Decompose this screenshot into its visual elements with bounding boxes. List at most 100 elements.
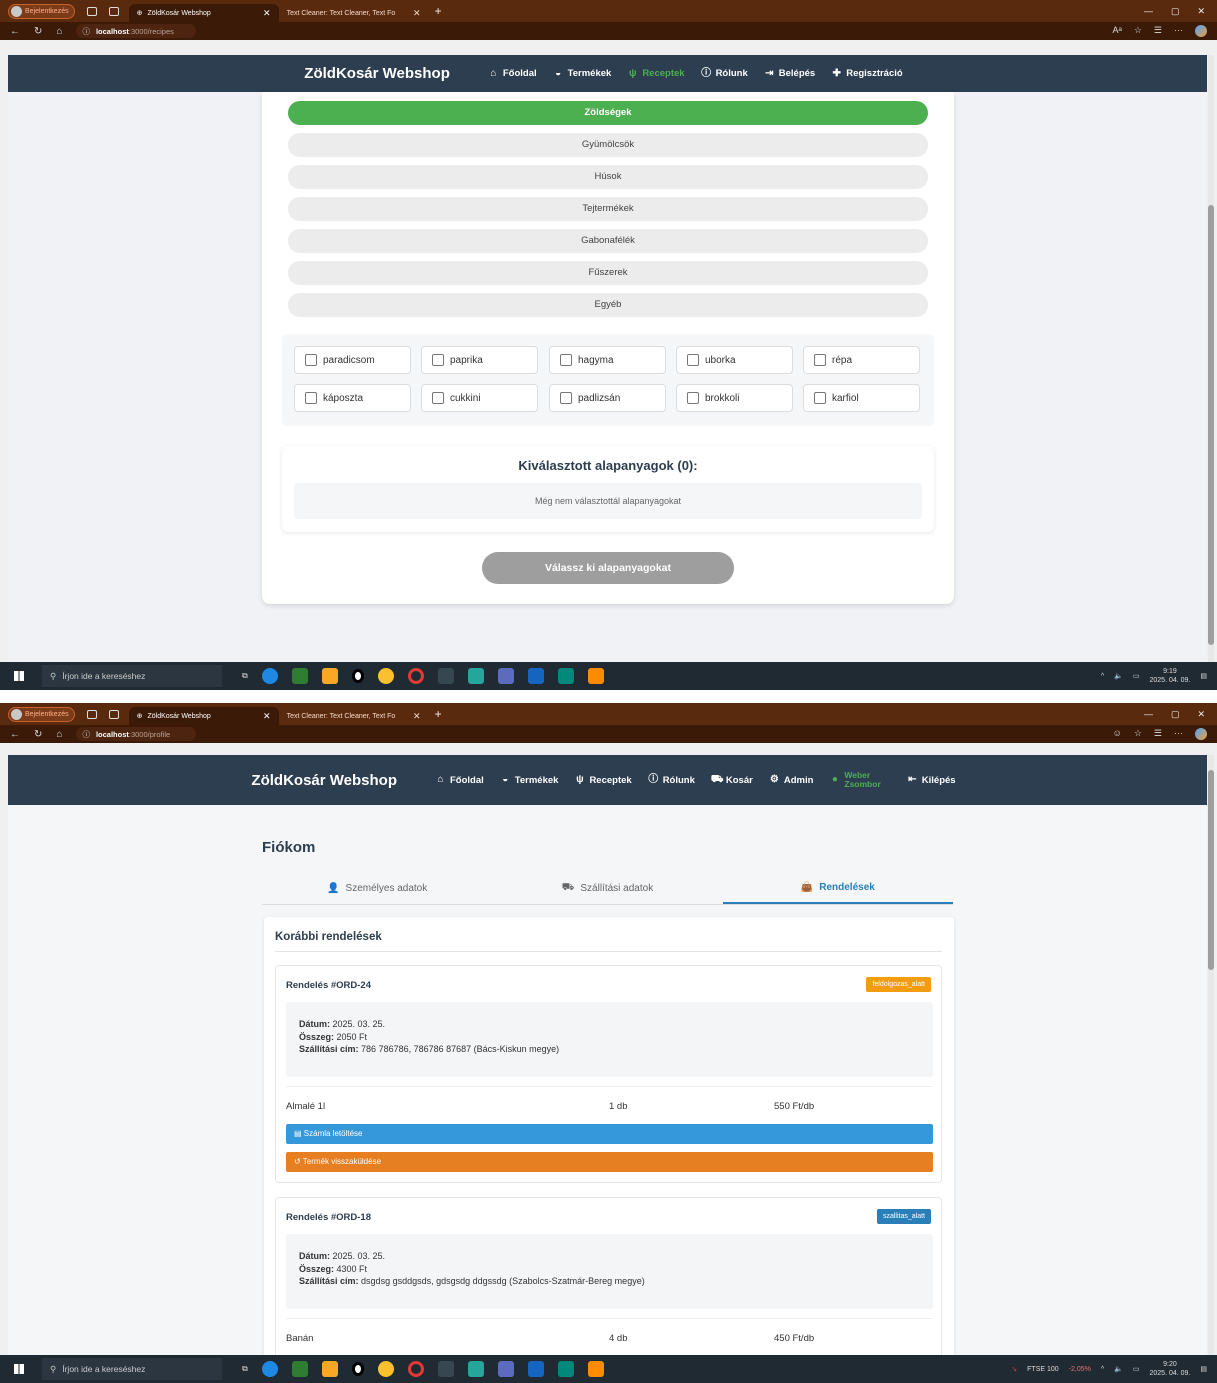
network-icon[interactable]: ▭ — [1133, 672, 1140, 680]
close-tab-icon[interactable]: ✕ — [413, 711, 421, 722]
refresh-icon[interactable]: ↻ — [34, 26, 42, 37]
folder-icon[interactable] — [321, 1361, 338, 1377]
home-icon[interactable]: ⌂ — [56, 26, 62, 37]
opera-gx-icon[interactable] — [407, 668, 424, 684]
restore-icon[interactable]: ▢ — [1171, 6, 1180, 17]
nav-login[interactable]: ⇥ Belépés — [764, 68, 815, 79]
close-tab-icon[interactable]: ✕ — [263, 711, 271, 722]
window-close-icon[interactable]: ✕ — [1197, 709, 1205, 720]
nav-recipes[interactable]: ψ Receptek — [627, 68, 685, 79]
category-spices[interactable]: Fűszerek — [288, 261, 928, 285]
checkbox[interactable] — [432, 354, 444, 366]
app-icon[interactable] — [437, 668, 454, 684]
nav-products[interactable]: ◒ Termékek — [500, 775, 558, 786]
browser-tab-active[interactable]: ⊕ ZöldKosár Webshop ✕ — [128, 4, 279, 22]
browser-profile-button[interactable]: Bejelentkezés — [8, 3, 75, 19]
minimize-icon[interactable]: — — [1144, 709, 1153, 720]
read-aloud-icon[interactable]: Aᵃ — [1112, 25, 1121, 37]
scrollbar-thumb[interactable] — [1208, 205, 1214, 645]
app-icon[interactable] — [587, 668, 604, 684]
more-icon[interactable]: ··· — [1174, 25, 1183, 37]
volume-icon[interactable]: 🔈 — [1114, 672, 1123, 680]
app-icon[interactable] — [557, 668, 574, 684]
ingredient-checkbox[interactable]: répa — [803, 346, 920, 374]
ingredient-checkbox[interactable]: káposzta — [294, 384, 411, 412]
favorite-icon[interactable]: ☆ — [1134, 728, 1142, 740]
url-field[interactable]: ⓘ localhost:3000/recipes — [76, 24, 197, 38]
page-scrollbar[interactable] — [1208, 755, 1214, 1355]
browser-tab-inactive[interactable]: Text Cleaner: Text Cleaner, Text Fo ✕ — [279, 707, 429, 725]
app-icon[interactable] — [557, 1361, 574, 1377]
checkbox[interactable] — [305, 392, 317, 404]
ingredient-checkbox[interactable]: paprika — [421, 346, 538, 374]
ingredient-checkbox[interactable]: hagyma — [549, 346, 666, 374]
stock-ticker[interactable]: FTSE 100 — [1027, 1366, 1059, 1373]
brand-logo[interactable]: ZöldKosár Webshop — [251, 772, 397, 789]
back-icon[interactable]: ← — [10, 729, 20, 740]
tab-personal-data[interactable]: 👤 Személyes adatok — [262, 873, 492, 904]
vscode-icon[interactable] — [467, 1361, 484, 1377]
ingredient-checkbox[interactable]: padlizsán — [549, 384, 666, 412]
home-icon[interactable]: ⌂ — [56, 729, 62, 740]
brand-logo[interactable]: ZöldKosár Webshop — [304, 65, 450, 82]
minimize-icon[interactable]: — — [1144, 6, 1153, 17]
store-icon[interactable] — [291, 668, 308, 684]
chrome-icon[interactable] — [377, 1361, 394, 1377]
copilot-icon[interactable] — [1195, 25, 1207, 37]
category-meats[interactable]: Húsok — [288, 165, 928, 189]
opera-icon[interactable] — [351, 1362, 364, 1376]
taskbar-search[interactable]: ⚲ Írjon ide a kereséshez — [42, 665, 222, 687]
browser-tab-inactive[interactable]: Text Cleaner: Text Cleaner, Text Fo ✕ — [279, 4, 429, 22]
category-fruits[interactable]: Gyümölcsök — [288, 133, 928, 157]
edge-icon[interactable] — [261, 1361, 278, 1377]
nav-home[interactable]: ⌂ Főoldal — [488, 68, 536, 79]
edge-icon[interactable] — [261, 668, 278, 684]
tab-actions-icon[interactable] — [108, 6, 119, 16]
category-vegetables[interactable]: Zöldségek — [288, 101, 928, 125]
more-icon[interactable]: ··· — [1174, 728, 1183, 740]
category-grains[interactable]: Gabonafélék — [288, 229, 928, 253]
taskbar-search[interactable]: ⚲ Írjon ide a kereséshez — [42, 1358, 222, 1380]
checkbox[interactable] — [305, 354, 317, 366]
ingredient-checkbox[interactable]: brokkoli — [676, 384, 793, 412]
tab-shipping-data[interactable]: ⛟ Szállítási adatok — [492, 873, 722, 904]
return-product-button[interactable]: ↺ Termék visszaküldése — [286, 1152, 933, 1172]
notification-icon[interactable]: ▤ — [1200, 672, 1207, 680]
select-ingredients-button[interactable]: Válassz ki alapanyagokat — [482, 552, 734, 584]
ingredient-checkbox[interactable]: karfiol — [803, 384, 920, 412]
checkbox[interactable] — [814, 392, 826, 404]
new-tab-icon[interactable]: + — [435, 4, 442, 18]
scrollbar-thumb[interactable] — [1208, 770, 1214, 970]
tray-chevron-icon[interactable]: ^ — [1101, 673, 1104, 680]
new-tab-icon[interactable]: + — [435, 707, 442, 721]
tab-actions-icon[interactable] — [108, 709, 119, 719]
url-field[interactable]: ⓘ localhost:3000/profile — [76, 727, 197, 741]
window-close-icon[interactable]: ✕ — [1197, 6, 1205, 17]
checkbox[interactable] — [687, 392, 699, 404]
taskbar-clock[interactable]: 9:19 2025. 04. 09. — [1150, 667, 1191, 685]
tray-chevron-icon[interactable]: ^ — [1101, 1366, 1104, 1373]
category-other[interactable]: Egyéb — [288, 293, 928, 317]
category-dairy[interactable]: Tejtermékek — [288, 197, 928, 221]
notification-icon[interactable]: ▤ — [1200, 1365, 1207, 1373]
nav-user-profile[interactable]: ● Weber Zsombor — [829, 771, 881, 789]
ingredient-checkbox[interactable]: uborka — [676, 346, 793, 374]
restore-icon[interactable]: ▢ — [1171, 709, 1180, 720]
checkbox[interactable] — [432, 392, 444, 404]
windows-start-icon[interactable] — [14, 1364, 24, 1374]
nav-register[interactable]: ✚ Regisztráció — [831, 68, 903, 79]
workspaces-icon[interactable] — [86, 709, 97, 719]
tab-orders[interactable]: 👜 Rendelések — [722, 873, 953, 904]
checkbox[interactable] — [560, 392, 572, 404]
checkbox[interactable] — [560, 354, 572, 366]
favorite-icon[interactable]: ☆ — [1134, 25, 1142, 37]
browser-tab-active[interactable]: ⊕ ZöldKosár Webshop ✕ — [128, 707, 279, 725]
volume-icon[interactable]: 🔈 — [1114, 1365, 1123, 1373]
close-tab-icon[interactable]: ✕ — [413, 8, 421, 19]
favorites-bar-icon[interactable]: ☰ — [1154, 728, 1162, 740]
ingredient-checkbox[interactable]: cukkini — [421, 384, 538, 412]
checkbox[interactable] — [814, 354, 826, 366]
taskbar-clock[interactable]: 9:20 2025. 04. 09. — [1150, 1360, 1191, 1378]
copilot-icon[interactable] — [1195, 728, 1207, 740]
nav-cart[interactable]: ⛟ Kosár — [711, 775, 753, 786]
